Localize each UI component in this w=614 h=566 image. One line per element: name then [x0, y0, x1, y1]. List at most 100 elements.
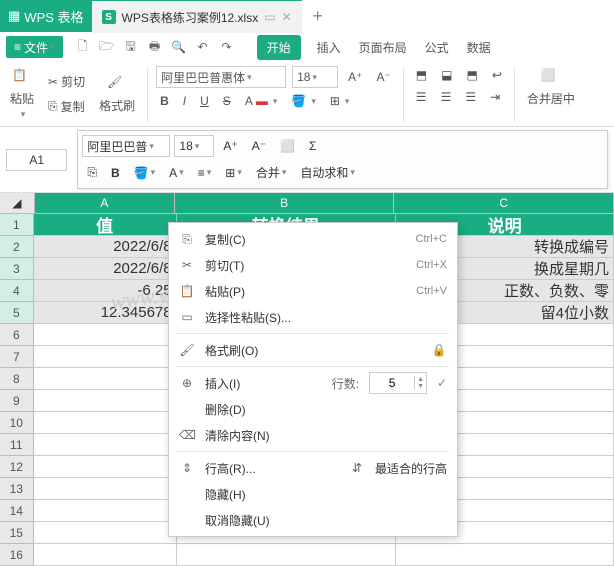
ctx-copy[interactable]: ⎘复制(C)Ctrl+C	[169, 226, 457, 252]
empty-cell[interactable]	[34, 478, 177, 500]
mini-fontcolor-button[interactable]: A▾	[164, 163, 189, 183]
mini-align-button[interactable]: ≡▾	[193, 163, 217, 183]
col-header-a[interactable]: A	[35, 193, 175, 213]
mini-border-button[interactable]: ⊞▾	[220, 163, 247, 183]
indent-icon[interactable]: ⇥	[486, 88, 504, 106]
ctx-insert[interactable]: ⊕插入(I)行数:▲▼✓	[169, 370, 457, 396]
mini-fill-button[interactable]: 🪣▾	[129, 163, 160, 183]
empty-cell[interactable]	[34, 390, 177, 412]
row-header[interactable]: 11	[0, 434, 34, 456]
file-menu[interactable]: ≡文件▾	[6, 36, 63, 58]
row-header[interactable]: 14	[0, 500, 34, 522]
mini-autosum-button[interactable]: 自动求和▾	[295, 161, 360, 184]
row-header[interactable]: 8	[0, 368, 34, 390]
row-header[interactable]: 15	[0, 522, 34, 544]
col-header-b[interactable]: B	[175, 193, 395, 213]
align-bottom-icon[interactable]: ⬒	[462, 66, 481, 84]
save-icon[interactable]: 🖫	[123, 39, 139, 55]
data-cell[interactable]: 2022/6/8	[34, 236, 177, 258]
new-icon[interactable]: 🗋	[75, 39, 91, 55]
tab-formula[interactable]: 公式	[423, 35, 451, 60]
row-header[interactable]: 5	[0, 302, 34, 324]
row-header[interactable]: 1	[0, 214, 34, 236]
ctx-format-painter[interactable]: 🖌格式刷(O)🔒	[169, 337, 457, 363]
ctx-best-fit-row-height[interactable]: 最适合的行高	[375, 460, 447, 477]
border-button[interactable]: ⊞▾	[326, 92, 354, 110]
row-header[interactable]: 9	[0, 390, 34, 412]
row-header[interactable]: 2	[0, 236, 34, 258]
ctx-paste-special[interactable]: ▭选择性粘贴(S)...	[169, 304, 457, 330]
mini-inc-font-icon[interactable]: A⁺	[218, 136, 242, 156]
ctx-delete[interactable]: 删除(D)	[169, 396, 457, 422]
align-right-icon[interactable]: ☰	[461, 88, 480, 106]
mini-size-combo[interactable]: 18▾	[174, 135, 214, 157]
merge-center-button[interactable]: ⬜ 合并居中	[523, 66, 579, 109]
select-all-corner[interactable]: ◢	[0, 193, 35, 213]
mini-format-icon[interactable]: ⎘	[82, 162, 102, 183]
align-left-icon[interactable]: ☰	[412, 88, 431, 106]
open-icon[interactable]: 🗁	[99, 39, 115, 55]
document-tab[interactable]: S WPS表格练习案例12.xlsx ▭ ✕	[92, 0, 302, 33]
copy-button[interactable]: ⎘复制	[44, 96, 89, 117]
empty-cell[interactable]	[34, 368, 177, 390]
insert-rows-spinner[interactable]: ▲▼	[369, 372, 427, 394]
name-box[interactable]: A1	[6, 149, 67, 171]
mini-merge-icon[interactable]: ⬜	[275, 136, 300, 156]
mini-bold-button[interactable]: B	[106, 163, 125, 183]
ctx-row-height[interactable]: ⇕行高(R)...⇵最适合的行高	[169, 455, 457, 481]
font-size-combo[interactable]: 18▾	[292, 66, 338, 88]
strike-button[interactable]: S	[219, 92, 235, 110]
decrease-font-icon[interactable]: A⁻	[372, 68, 394, 86]
data-cell[interactable]: 12.345678	[34, 302, 177, 324]
empty-cell[interactable]	[34, 434, 177, 456]
ctx-paste[interactable]: 📋粘贴(P)Ctrl+V	[169, 278, 457, 304]
row-header[interactable]: 10	[0, 412, 34, 434]
empty-cell[interactable]	[34, 544, 177, 566]
paste-button[interactable]: 📋 粘贴▾	[6, 66, 38, 122]
underline-button[interactable]: U	[196, 92, 213, 110]
data-cell[interactable]: -6.25	[34, 280, 177, 302]
mini-sum-icon[interactable]: Σ	[304, 136, 321, 156]
header-cell[interactable]: 值	[34, 214, 177, 236]
ctx-hide[interactable]: 隐藏(H)	[169, 481, 457, 507]
empty-cell[interactable]	[34, 456, 177, 478]
empty-cell[interactable]	[34, 522, 177, 544]
row-header[interactable]: 4	[0, 280, 34, 302]
row-header[interactable]: 3	[0, 258, 34, 280]
font-family-combo[interactable]: 阿里巴巴普惠体▾	[156, 66, 286, 88]
empty-cell[interactable]	[34, 412, 177, 434]
tab-start[interactable]: 开始	[257, 35, 301, 60]
preview-icon[interactable]: 🔍	[171, 39, 187, 55]
align-center-icon[interactable]: ☰	[437, 88, 456, 106]
undo-icon[interactable]: ↶	[195, 39, 211, 55]
fill-color-button[interactable]: 🪣▾	[287, 92, 319, 110]
tab-data[interactable]: 数据	[465, 35, 493, 60]
wrap-text-icon[interactable]: ↩	[488, 66, 506, 84]
bold-button[interactable]: B	[156, 92, 173, 110]
mini-merge-button[interactable]: 合并▾	[251, 161, 292, 184]
align-top-icon[interactable]: ⬒	[412, 66, 431, 84]
tab-insert[interactable]: 插入	[315, 35, 343, 60]
tab-overflow-icon[interactable]: ▭	[264, 10, 275, 24]
italic-button[interactable]: I	[179, 92, 190, 110]
row-header[interactable]: 13	[0, 478, 34, 500]
row-header[interactable]: 6	[0, 324, 34, 346]
print-icon[interactable]: 🖶	[147, 39, 163, 55]
close-tab-icon[interactable]: ✕	[282, 10, 292, 24]
redo-icon[interactable]: ↷	[219, 39, 235, 55]
font-color-button[interactable]: A▬▾	[241, 92, 282, 110]
ctx-clear[interactable]: ⌫清除内容(N)	[169, 422, 457, 448]
tab-layout[interactable]: 页面布局	[357, 35, 409, 60]
ctx-unhide[interactable]: 取消隐藏(U)	[169, 507, 457, 533]
increase-font-icon[interactable]: A⁺	[344, 68, 366, 86]
format-painter-button[interactable]: 🖌 格式刷	[95, 73, 139, 116]
empty-cell[interactable]	[34, 324, 177, 346]
row-header[interactable]: 12	[0, 456, 34, 478]
mini-font-combo[interactable]: 阿里巴巴普▾	[82, 135, 170, 157]
ctx-cut[interactable]: ✂剪切(T)Ctrl+X	[169, 252, 457, 278]
cut-button[interactable]: ✂剪切	[44, 71, 89, 92]
new-tab-button[interactable]: +	[302, 6, 334, 27]
empty-cell[interactable]	[396, 544, 614, 566]
row-header[interactable]: 7	[0, 346, 34, 368]
col-header-c[interactable]: C	[394, 193, 614, 213]
